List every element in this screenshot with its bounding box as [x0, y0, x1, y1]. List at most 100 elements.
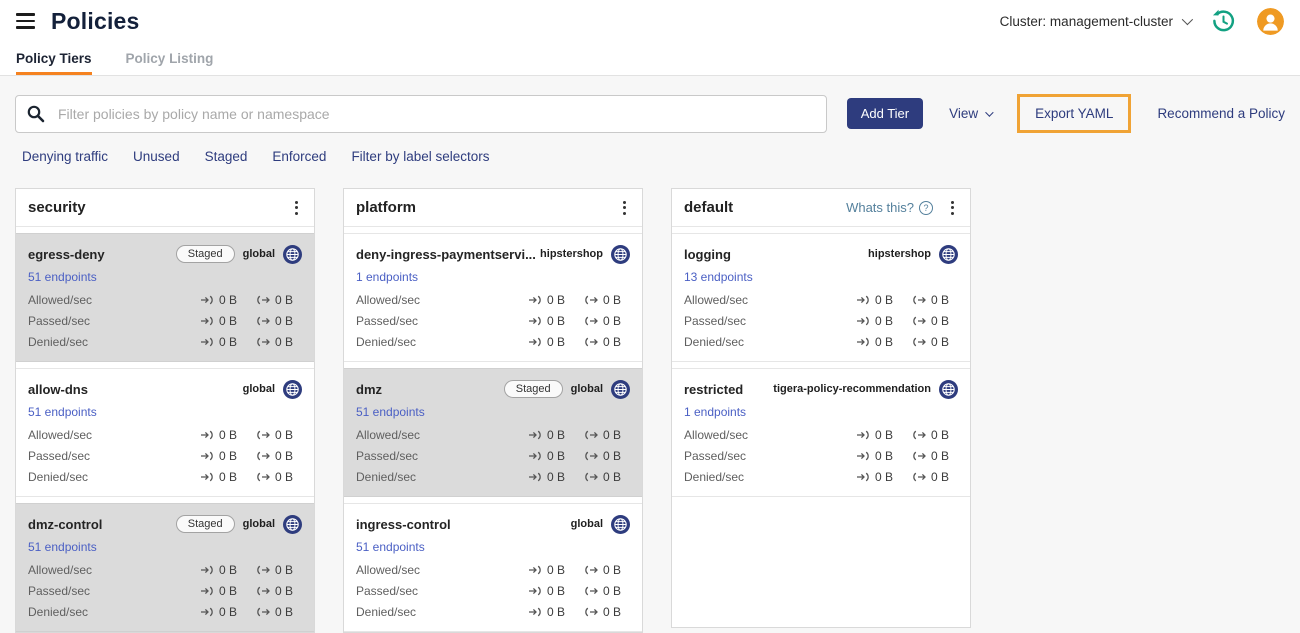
filter-denying-traffic[interactable]: Denying traffic	[22, 149, 108, 164]
whats-this-link[interactable]: Whats this??	[846, 200, 933, 215]
add-tier-button[interactable]: Add Tier	[846, 98, 924, 129]
recommend-policy-button[interactable]: Recommend a Policy	[1157, 106, 1285, 121]
metric-label: Passed/sec	[684, 448, 747, 463]
metric-row: Passed/sec 0 B 0 B	[28, 580, 302, 601]
egress-bytes: 0 B	[256, 314, 302, 328]
metric-values: 0 B 0 B	[528, 335, 630, 349]
whats-this-label: Whats this?	[846, 200, 914, 215]
endpoints-link[interactable]: 1 endpoints	[684, 405, 746, 419]
metric-values: 0 B 0 B	[200, 605, 302, 619]
ingress-icon	[200, 336, 214, 348]
tier-menu-icon[interactable]	[291, 198, 302, 218]
egress-bytes: 0 B	[912, 293, 958, 307]
egress-bytes: 0 B	[584, 428, 630, 442]
policy-card-meta: global	[571, 514, 630, 534]
tier-header-actions: Whats this??	[846, 198, 958, 218]
export-yaml-button[interactable]: Export YAML	[1017, 94, 1132, 133]
egress-bytes: 0 B	[584, 470, 630, 484]
policy-scope-label: hipstershop	[540, 248, 603, 260]
endpoints-link[interactable]: 1 endpoints	[356, 270, 418, 284]
policy-card-egress-deny[interactable]: egress-deny Staged global 51 endpoints Allow…	[16, 233, 314, 362]
metric-label: Allowed/sec	[684, 427, 749, 442]
tier-menu-icon[interactable]	[947, 198, 958, 218]
ingress-bytes: 0 B	[856, 293, 902, 307]
tab-policy-tiers[interactable]: Policy Tiers	[16, 42, 92, 75]
endpoints-link[interactable]: 51 endpoints	[356, 405, 425, 419]
policy-scope-label: global	[242, 248, 275, 260]
egress-icon	[584, 606, 598, 618]
search-input[interactable]	[15, 94, 827, 133]
ingress-bytes: 0 B	[856, 428, 902, 442]
policy-card-dmz[interactable]: dmz Staged global 51 endpoints Allowed/sec 0 …	[344, 368, 642, 497]
hamburger-menu-icon[interactable]	[16, 13, 35, 29]
metric-values: 0 B 0 B	[528, 470, 630, 484]
policy-card-allow-dns[interactable]: allow-dns global 51 endpoints Allowed/sec 0 …	[16, 368, 314, 497]
tier-column-security: security egress-deny Staged global 51 endpoi…	[15, 188, 315, 633]
cluster-selector[interactable]: Cluster: management-cluster	[1000, 14, 1194, 29]
ingress-bytes: 0 B	[200, 605, 246, 619]
ingress-bytes: 0 B	[528, 449, 574, 463]
endpoints-link[interactable]: 51 endpoints	[28, 270, 97, 284]
ingress-bytes: 0 B	[528, 293, 574, 307]
ingress-bytes: 0 B	[200, 335, 246, 349]
main-content: Add Tier View Export YAML Recommend a Po…	[0, 94, 1300, 633]
ingress-icon	[200, 585, 214, 597]
metric-value: 0 B	[875, 313, 894, 328]
filter-links: Denying traffic Unused Staged Enforced F…	[22, 149, 1285, 164]
ingress-icon	[856, 336, 870, 348]
top-bar-right: Cluster: management-cluster	[1000, 7, 1284, 35]
toolbar-actions: Add Tier View Export YAML Recommend a Po…	[846, 94, 1285, 133]
tier-menu-icon[interactable]	[619, 198, 630, 218]
globe-icon	[611, 244, 630, 264]
globe-icon	[283, 244, 302, 264]
policy-card-restricted[interactable]: restricted tigera-policy-recommendation 1 …	[672, 368, 970, 497]
metric-value: 0 B	[275, 448, 294, 463]
ingress-icon	[528, 315, 542, 327]
policy-name: dmz-control	[28, 516, 103, 532]
metric-values: 0 B 0 B	[200, 470, 302, 484]
egress-icon	[256, 564, 270, 576]
egress-icon	[256, 429, 270, 441]
egress-icon	[912, 471, 926, 483]
metric-values: 0 B 0 B	[200, 314, 302, 328]
filter-by-label-selectors[interactable]: Filter by label selectors	[351, 149, 489, 164]
top-bar: Policies Cluster: management-cluster	[0, 0, 1300, 42]
endpoints-link[interactable]: 51 endpoints	[28, 405, 97, 419]
metric-values: 0 B 0 B	[856, 470, 958, 484]
filter-enforced[interactable]: Enforced	[272, 149, 326, 164]
egress-bytes: 0 B	[912, 449, 958, 463]
endpoints-link[interactable]: 51 endpoints	[356, 540, 425, 554]
policy-card-meta: hipstershop	[540, 244, 630, 264]
policy-card-deny-ingress-paymentservi[interactable]: deny-ingress-paymentservi... hipstershop 1…	[344, 233, 642, 362]
ingress-icon	[528, 564, 542, 576]
metric-values: 0 B 0 B	[200, 449, 302, 463]
filter-unused[interactable]: Unused	[133, 149, 180, 164]
tab-policy-listing[interactable]: Policy Listing	[126, 42, 214, 75]
policy-card-dmz-control[interactable]: dmz-control Staged global 51 endpoints Allow…	[16, 503, 314, 632]
endpoints-link[interactable]: 13 endpoints	[684, 270, 753, 284]
metric-value: 0 B	[603, 604, 622, 619]
history-icon[interactable]	[1210, 8, 1237, 35]
metric-value: 0 B	[603, 562, 622, 577]
view-button-label: View	[949, 106, 979, 121]
view-button[interactable]: View	[949, 106, 994, 121]
tier-header-actions	[291, 198, 302, 218]
filter-staged[interactable]: Staged	[205, 149, 248, 164]
policy-scope-label: global	[242, 383, 275, 395]
metric-values: 0 B 0 B	[856, 293, 958, 307]
policy-card-meta: hipstershop	[868, 244, 958, 264]
endpoints-link[interactable]: 51 endpoints	[28, 540, 97, 554]
metric-row: Denied/sec 0 B 0 B	[28, 466, 302, 487]
policy-card-ingress-control[interactable]: ingress-control global 51 endpoints Allowed…	[344, 503, 642, 632]
egress-bytes: 0 B	[912, 335, 958, 349]
policy-card-logging[interactable]: logging hipstershop 13 endpoints Allowed/se…	[672, 233, 970, 362]
egress-bytes: 0 B	[584, 314, 630, 328]
ingress-bytes: 0 B	[856, 449, 902, 463]
metric-row: Passed/sec 0 B 0 B	[28, 310, 302, 331]
metric-value: 0 B	[603, 427, 622, 442]
metric-values: 0 B 0 B	[200, 584, 302, 598]
user-avatar[interactable]	[1257, 7, 1284, 35]
question-icon: ?	[919, 200, 933, 215]
ingress-bytes: 0 B	[528, 335, 574, 349]
ingress-bytes: 0 B	[200, 314, 246, 328]
